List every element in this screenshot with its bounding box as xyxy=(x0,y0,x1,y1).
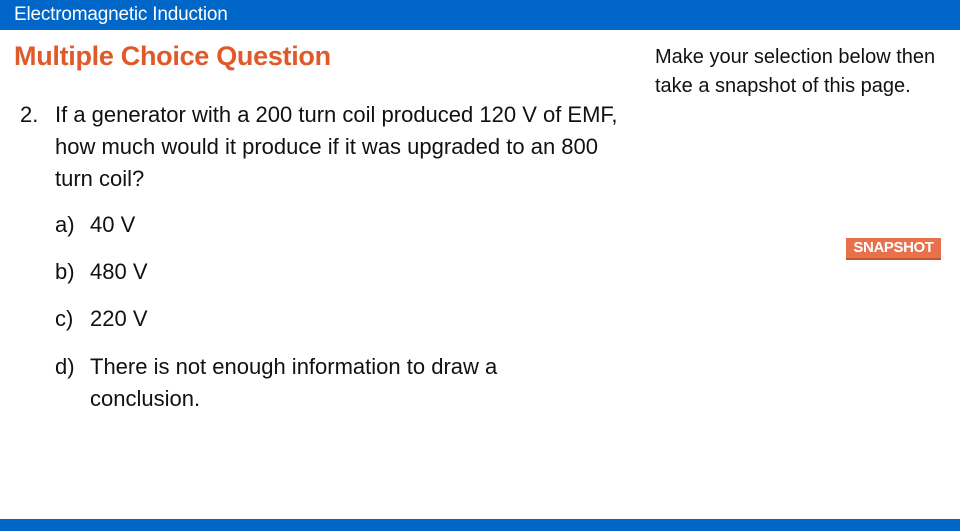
option-letter: a) xyxy=(55,212,75,237)
option-text: There is not enough information to draw … xyxy=(90,354,498,411)
option-c[interactable]: c) 220 V xyxy=(55,303,148,335)
option-d[interactable]: d) There is not enough information to dr… xyxy=(55,351,575,415)
option-text: 480 V xyxy=(90,259,148,284)
option-text: 220 V xyxy=(90,306,148,331)
question-number: 2. xyxy=(20,102,39,127)
option-letter: d) xyxy=(55,354,75,379)
option-letter: c) xyxy=(55,306,74,331)
topic-title: Electromagnetic Induction xyxy=(14,4,228,25)
bottom-banner xyxy=(0,519,960,531)
instructions-text: Make your selection below then take a sn… xyxy=(655,46,936,97)
question-text: If a generator with a 200 turn coil prod… xyxy=(55,102,618,191)
snapshot-button[interactable]: SNAPSHOT xyxy=(846,238,941,260)
option-text: 40 V xyxy=(90,212,136,237)
top-banner: Electromagnetic Induction xyxy=(0,0,960,30)
option-letter: b) xyxy=(55,259,75,284)
page-heading: Multiple Choice Question xyxy=(14,41,331,71)
question: 2. If a generator with a 200 turn coil p… xyxy=(20,99,620,195)
option-a[interactable]: a) 40 V xyxy=(55,209,135,241)
option-b[interactable]: b) 480 V xyxy=(55,256,148,288)
